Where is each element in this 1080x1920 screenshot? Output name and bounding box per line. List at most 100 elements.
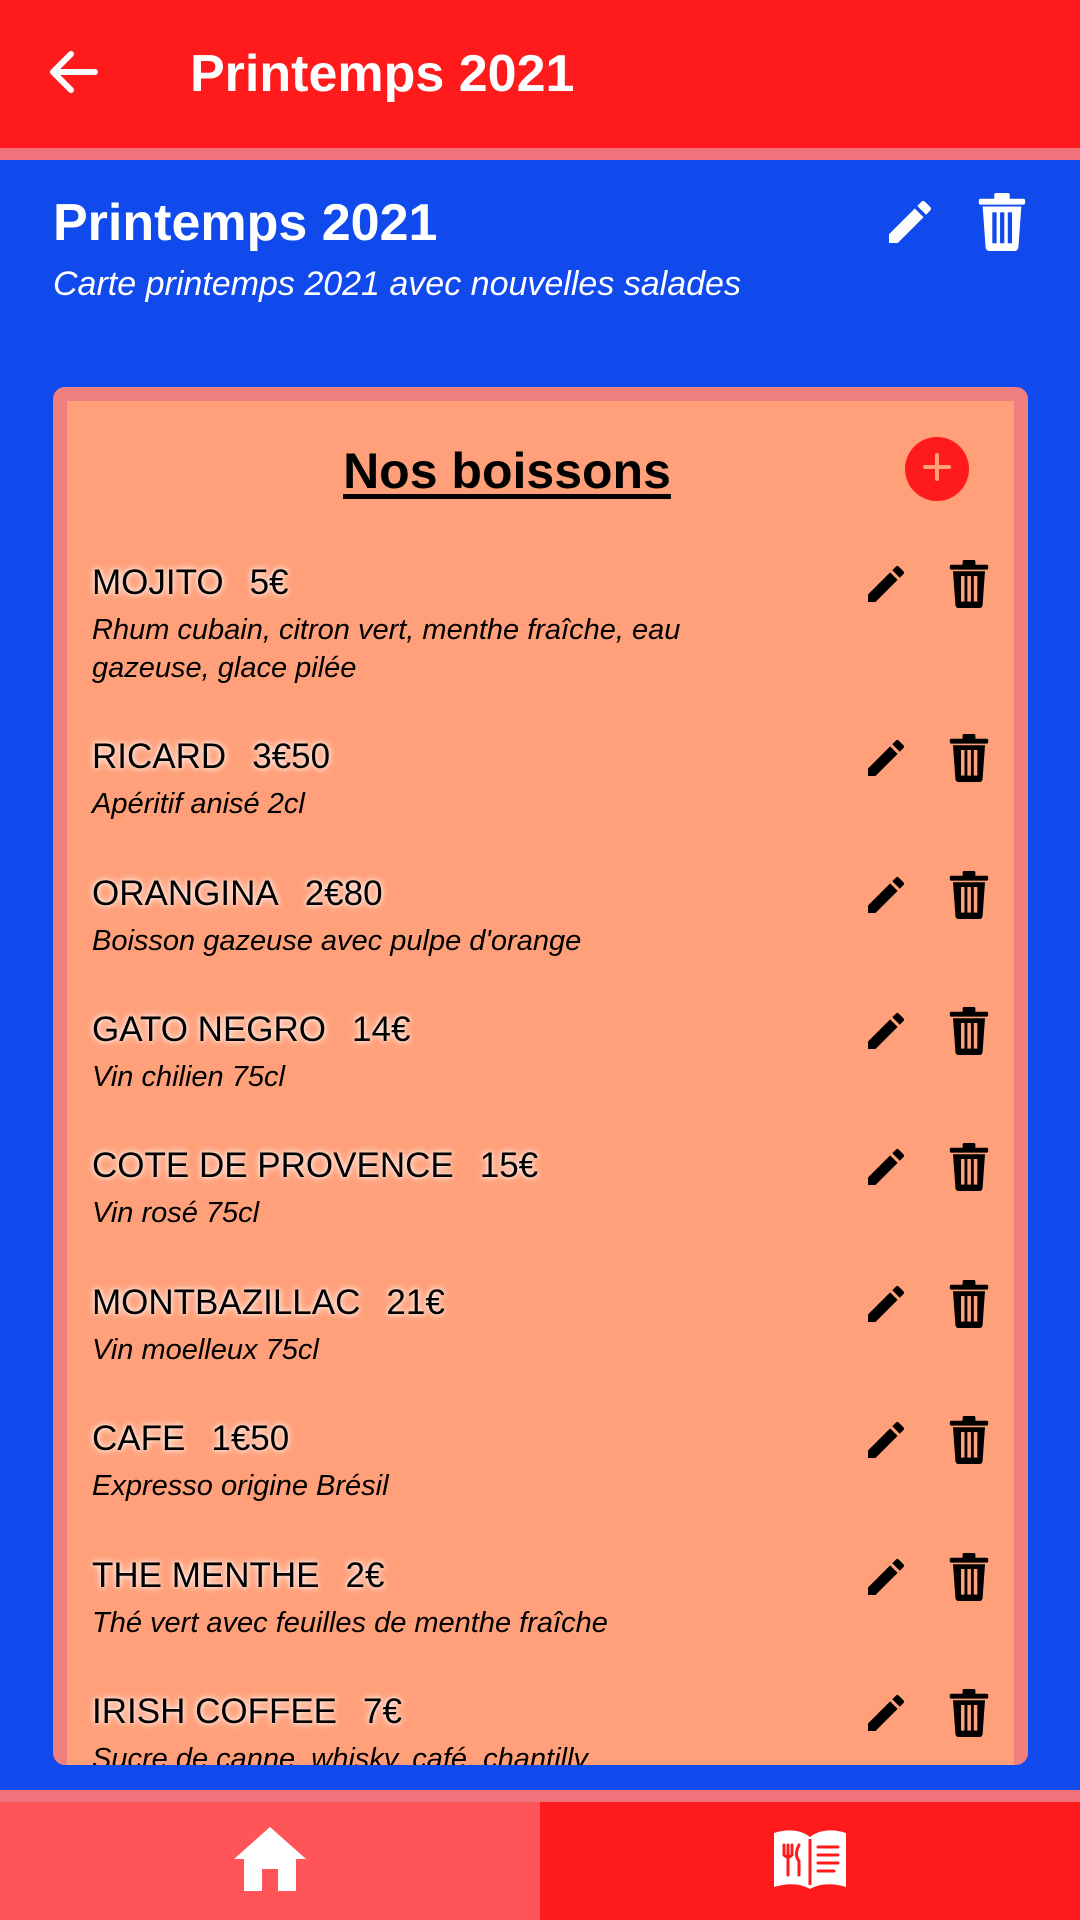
item-price: 7€ <box>363 1692 402 1731</box>
pencil-icon <box>882 194 938 255</box>
delete-item-button[interactable] <box>942 1142 996 1196</box>
delete-item-button[interactable] <box>942 1006 996 1060</box>
menu-title: Printemps 2021 <box>53 194 438 252</box>
app-bar-divider <box>0 148 1080 160</box>
delete-item-button[interactable] <box>942 1415 996 1469</box>
item-name: THE MENTHE <box>92 1556 320 1595</box>
app-bar: Printemps 2021 <box>0 0 1080 148</box>
trash-icon <box>948 1142 990 1196</box>
pencil-icon <box>862 1007 910 1060</box>
item-title: IRISH COFFEE 7€ <box>92 1690 992 1734</box>
list-item: COTE DE PROVENCE 15€ Vin rosé 75cl <box>92 1142 992 1232</box>
item-description: Rhum cubain, citron vert, menthe fraîche… <box>92 614 681 684</box>
item-description: Vin moelleux 75cl <box>92 1334 319 1366</box>
trash-icon <box>948 1279 990 1333</box>
item-price: 3€50 <box>252 737 331 776</box>
trash-icon <box>948 733 990 787</box>
edit-item-button[interactable] <box>859 559 913 613</box>
list-item: IRISH COFFEE 7€ Sucre de canne, whisky, ca… <box>92 1688 992 1765</box>
delete-item-button[interactable] <box>942 1688 996 1742</box>
edit-item-button[interactable] <box>859 1006 913 1060</box>
list-item: RICARD 3€50 Apéritif anisé 2cl <box>92 733 992 823</box>
list-item: CAFE 1€50 Expresso origine Brésil <box>92 1415 992 1505</box>
menu-book-icon <box>772 1827 848 1896</box>
add-drink-button[interactable] <box>905 437 969 501</box>
item-title: MONTBAZILLAC 21€ <box>92 1281 992 1325</box>
item-title: MOJITO 5€ <box>92 561 992 605</box>
edit-item-button[interactable] <box>859 1552 913 1606</box>
list-item: GATO NEGRO 14€ Vin chilien 75cl <box>92 1006 992 1096</box>
item-title: CAFE 1€50 <box>92 1417 992 1461</box>
trash-icon <box>976 192 1028 256</box>
item-price: 5€ <box>249 563 289 602</box>
item-description: Sucre de canne, whisky, café, chantilly <box>92 1743 588 1765</box>
item-name: GATO NEGRO <box>92 1010 327 1049</box>
edit-item-button[interactable] <box>859 1688 913 1742</box>
item-description: Expresso origine Brésil <box>92 1470 389 1502</box>
delete-item-button[interactable] <box>942 870 996 924</box>
edit-item-button[interactable] <box>859 1279 913 1333</box>
pencil-icon <box>862 1416 910 1469</box>
home-icon <box>232 1825 308 1898</box>
delete-item-button[interactable] <box>942 1552 996 1606</box>
edit-item-button[interactable] <box>859 870 913 924</box>
pencil-icon <box>862 734 910 787</box>
item-name: ORANGINA <box>92 874 279 913</box>
pencil-icon <box>862 1689 910 1742</box>
edit-menu-button[interactable] <box>880 192 940 256</box>
item-title: COTE DE PROVENCE 15€ <box>92 1144 992 1188</box>
pencil-icon <box>862 1143 910 1196</box>
edit-item-button[interactable] <box>859 1415 913 1469</box>
pencil-icon <box>862 1280 910 1333</box>
trash-icon <box>948 559 990 613</box>
edit-item-button[interactable] <box>859 1142 913 1196</box>
item-price: 14€ <box>352 1010 411 1049</box>
item-name: MONTBAZILLAC <box>92 1283 361 1322</box>
item-name: MOJITO <box>92 563 224 602</box>
item-price: 2€80 <box>304 874 383 913</box>
pencil-icon <box>862 560 910 613</box>
menu-subtitle: Carte printemps 2021 avec nouvelles sala… <box>53 265 741 303</box>
item-name: CAFE <box>92 1419 186 1458</box>
trash-icon <box>948 870 990 924</box>
item-title: RICARD 3€50 <box>92 735 992 779</box>
trash-icon <box>948 1688 990 1742</box>
back-button[interactable] <box>44 44 104 104</box>
item-description: Vin chilien 75cl <box>92 1061 285 1093</box>
item-price: 1€50 <box>211 1419 290 1458</box>
item-description: Vin rosé 75cl <box>92 1197 260 1229</box>
item-title: GATO NEGRO 14€ <box>92 1008 992 1052</box>
trash-icon <box>948 1552 990 1606</box>
pencil-icon <box>862 871 910 924</box>
pencil-icon <box>862 1553 910 1606</box>
item-description: Thé vert avec feuilles de menthe fraîche <box>92 1607 608 1639</box>
item-name: COTE DE PROVENCE <box>92 1146 454 1185</box>
item-price: 21€ <box>386 1283 445 1322</box>
item-description: Boisson gazeuse avec pulpe d'orange <box>92 925 582 957</box>
app-bar-title: Printemps 2021 <box>190 45 575 103</box>
plus-icon <box>921 451 953 488</box>
section-title: Nos boissons <box>343 443 671 499</box>
drinks-card-content: Nos boissons MOJITO 5€ Rhum cubain, citron… <box>67 401 1014 1765</box>
nav-menu-cards[interactable] <box>540 1802 1080 1920</box>
delete-item-button[interactable] <box>942 559 996 613</box>
item-name: RICARD <box>92 737 227 776</box>
bottom-nav <box>0 1790 1080 1920</box>
item-price: 15€ <box>479 1146 539 1185</box>
list-item: MOJITO 5€ Rhum cubain, citron vert, menthe… <box>92 559 992 687</box>
item-name: IRISH COFFEE <box>92 1692 338 1731</box>
list-item: MONTBAZILLAC 21€ Vin moelleux 75cl <box>92 1279 992 1369</box>
delete-item-button[interactable] <box>942 733 996 787</box>
nav-home[interactable] <box>0 1802 540 1920</box>
drinks-card: Nos boissons MOJITO 5€ Rhum cubain, citron… <box>53 387 1028 1765</box>
item-title: ORANGINA 2€80 <box>92 872 992 916</box>
delete-item-button[interactable] <box>942 1279 996 1333</box>
item-price: 2€ <box>345 1556 385 1595</box>
trash-icon <box>948 1415 990 1469</box>
list-item: THE MENTHE 2€ Thé vert avec feuilles de me… <box>92 1552 992 1642</box>
trash-icon <box>948 1006 990 1060</box>
delete-menu-button[interactable] <box>972 192 1032 256</box>
item-title: THE MENTHE 2€ <box>92 1554 992 1598</box>
list-item: ORANGINA 2€80 Boisson gazeuse avec pulpe d… <box>92 870 992 960</box>
edit-item-button[interactable] <box>859 733 913 787</box>
